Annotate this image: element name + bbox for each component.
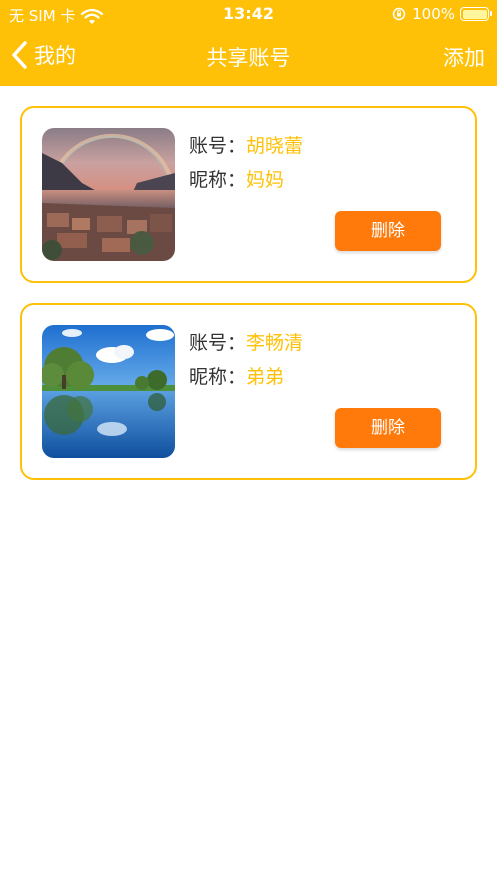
nickname-label: 昵称： <box>189 169 247 191</box>
top-bar: 无 SIM 卡 13:42 100% 我的 共享账号 添加 <box>0 0 497 86</box>
account-row: 账号： 李畅清 <box>189 328 303 355</box>
delete-button[interactable]: 删除 <box>335 408 441 448</box>
nickname-value: 妈妈 <box>246 169 285 191</box>
nickname-row: 昵称： 弟弟 <box>189 362 284 389</box>
add-button[interactable]: 添加 <box>443 42 485 72</box>
page-title: 共享账号 <box>206 46 291 70</box>
account-value: 李畅清 <box>246 332 304 354</box>
account-label: 账号： <box>189 135 247 157</box>
rainbow-lake-photo <box>42 128 175 261</box>
battery-percent: 100% <box>412 5 455 23</box>
account-photo <box>42 128 175 261</box>
nickname-label: 昵称： <box>189 366 247 388</box>
account-photo <box>42 325 175 458</box>
status-right: 100% <box>392 5 492 23</box>
account-card: 账号： 李畅清 昵称： 弟弟 删除 <box>20 303 477 480</box>
nav-bar: 我的 共享账号 添加 <box>0 28 497 86</box>
nickname-value: 弟弟 <box>246 366 285 388</box>
battery-icon <box>460 7 492 21</box>
account-label: 账号： <box>189 332 247 354</box>
status-bar: 无 SIM 卡 13:42 100% <box>0 0 497 28</box>
delete-button[interactable]: 删除 <box>335 211 441 251</box>
orientation-lock-icon <box>392 7 406 21</box>
account-value: 胡晓蕾 <box>246 135 304 157</box>
lake-trees-photo <box>42 325 175 458</box>
account-row: 账号： 胡晓蕾 <box>189 131 303 158</box>
account-card: 账号： 胡晓蕾 昵称： 妈妈 删除 <box>20 106 477 283</box>
nickname-row: 昵称： 妈妈 <box>189 165 284 192</box>
